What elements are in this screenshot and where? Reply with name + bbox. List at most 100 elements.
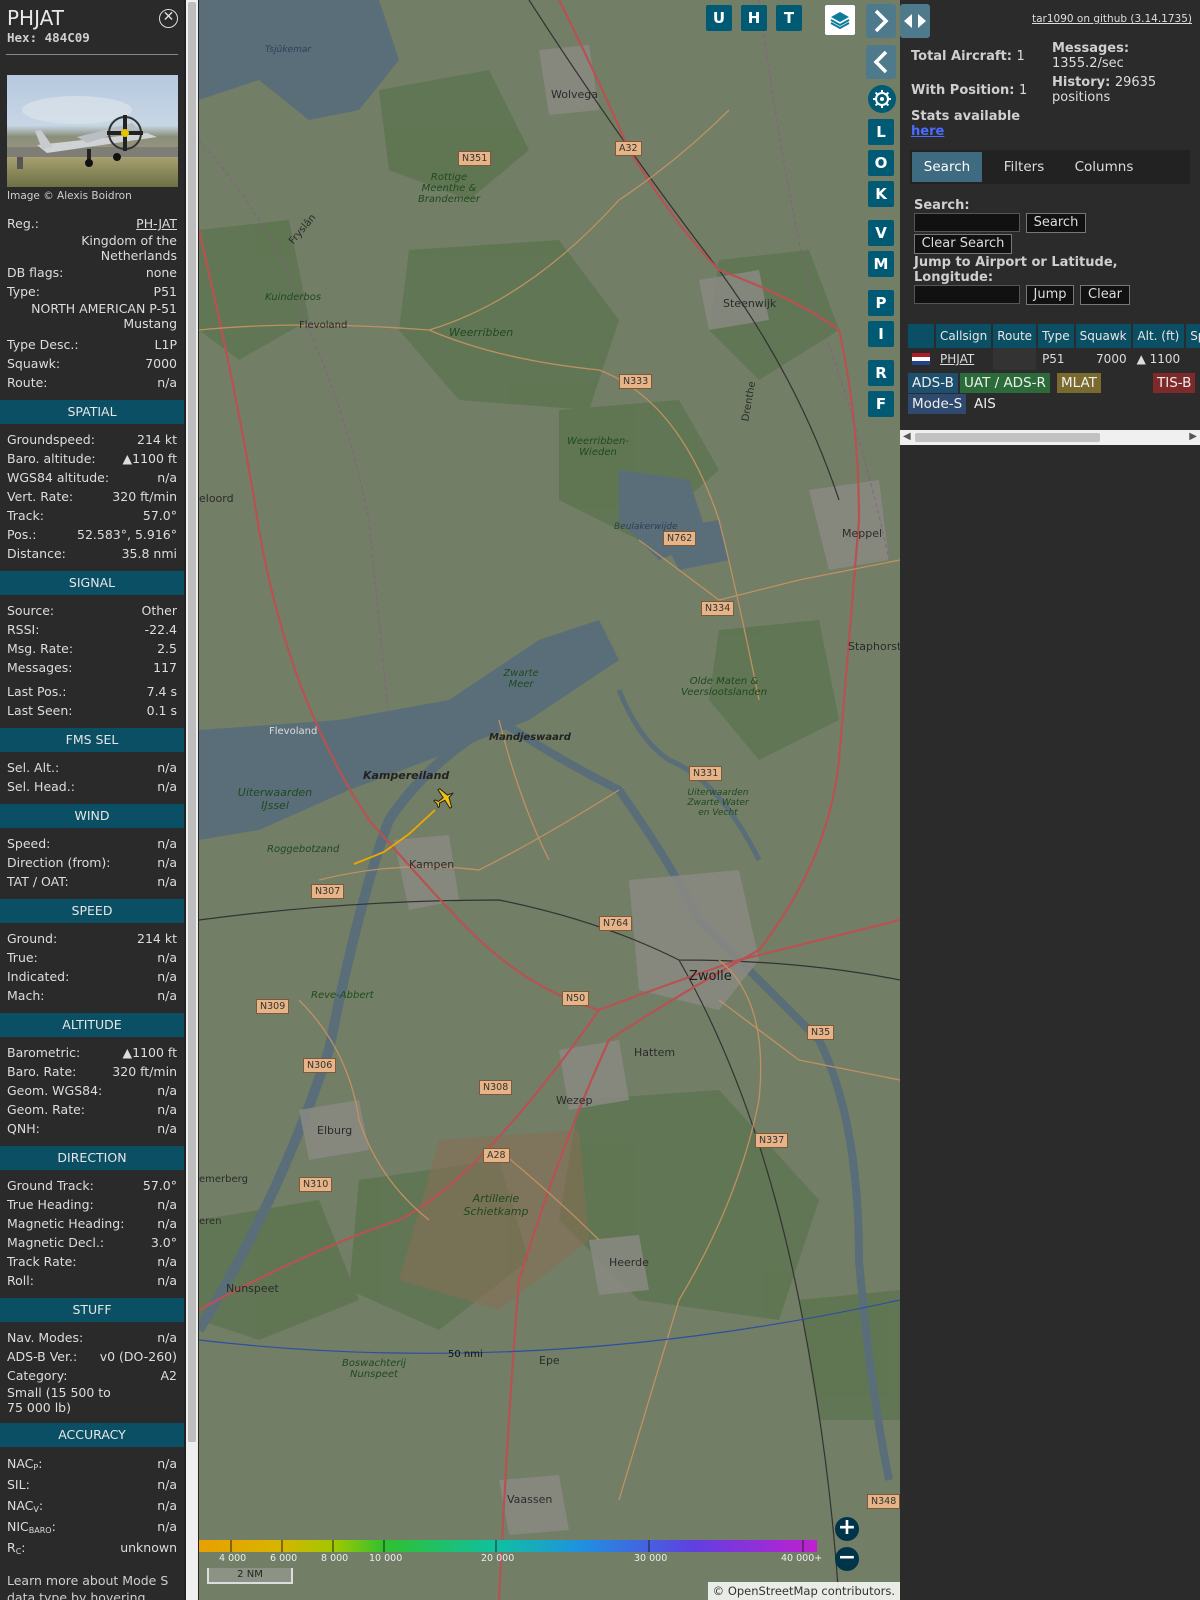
type-row: Type: P51 [0,282,184,301]
info-row-value: 57.0° [142,508,177,523]
stats-link[interactable]: here [911,124,944,139]
info-row-value: 52.583°, 5.916° [77,527,177,542]
accuracy-label-main: NIC [7,1519,29,1534]
info-row-label: Msg. Rate: [7,641,74,656]
tab-filters[interactable]: Filters [988,152,1060,182]
info-row-value: n/a [157,988,177,1003]
info-row-value: 214 kt [137,931,177,946]
category-desc: Small (15 500 to 75 000 lb) [7,1385,111,1415]
toggle-t-button[interactable]: T [776,5,802,31]
layers-button[interactable] [825,5,855,35]
source-legend-tag[interactable]: Mode-S [908,394,967,414]
col-route-header[interactable]: Route [992,324,1039,348]
col-spd-header[interactable]: Spd [1185,324,1200,348]
info-row-label: Nav. Modes: [7,1330,84,1345]
toggle-f-button[interactable]: F [868,391,894,417]
accuracy-label-main: NAC [7,1456,34,1471]
toggle-o-button[interactable]: O [868,150,894,176]
section-stuff: STUFF [0,1298,184,1322]
lake-tjeukemeer: Tsjûkemar [265,45,312,55]
row-callsign[interactable]: PHJAT [935,348,994,370]
toggle-r-button[interactable]: R [868,360,894,386]
alt-scale-label: 40 000+ [781,1553,823,1564]
road-shield: N35 [807,1025,835,1040]
col-type-header[interactable]: Type [1037,324,1076,348]
clear-jump-button[interactable]: Clear [1080,285,1130,305]
area-boswachterij: Boswachterij Nunspeet [341,1358,407,1380]
info-row-label: Messages: [7,660,73,675]
speed-list: Ground: 214 kt True: n/a Indicated: n/a Mach: n… [0,929,184,1005]
header-divider [6,54,178,55]
map-view[interactable]: Wolvega Steenwijk Meppel Staphorst Zwoll… [199,0,900,1600]
toggle-m-button[interactable]: M [868,251,894,277]
zoom-in-button[interactable]: + [835,1517,859,1541]
search-button[interactable]: Search [1026,213,1086,233]
info-row-label: Pos.: [7,527,37,542]
info-row-label: Magnetic Heading: [7,1216,125,1231]
tab-search[interactable]: Search [912,152,982,182]
aircraft-icon[interactable] [431,786,457,812]
toggle-k-button[interactable]: K [868,181,894,207]
info-row-value: ▲1100 ft [122,1045,177,1060]
jump-input[interactable] [914,285,1020,304]
info-row: Direction (from): n/a [0,853,184,872]
col-alt-header[interactable]: Alt. (ft) [1131,324,1187,348]
place-zwolle: Zwolle [689,969,732,984]
source-legend-tag[interactable]: UAT / ADS-R [960,373,1050,393]
toggle-l-button[interactable]: L [868,119,894,145]
info-row-label: Vert. Rate: [7,489,74,504]
info-row-value: n/a [157,969,177,984]
typedesc-row: Type Desc.: L1P [0,335,184,354]
table-row[interactable]: PHJAT P51 7000 ▲ 1100 [908,348,1200,370]
type-label: Type: [7,284,40,299]
github-link[interactable]: tar1090 on github (3.14.1735) [1032,13,1192,25]
info-row: Category: A2 [0,1366,184,1385]
place-hattem: Hattem [634,1046,676,1059]
stuff-list: Nav. Modes: n/a ADS-B Ver.: v0 (DO-260) Cate… [0,1328,184,1385]
settings-button[interactable] [868,85,896,113]
info-panel-scrollbar[interactable] [186,0,198,1600]
road-shield: N331 [689,766,723,781]
road-shield: N310 [299,1177,333,1192]
info-row-label: RSSI: [7,622,40,637]
section-wind: WIND [0,804,184,828]
total-aircraft: Total Aircraft: 1 [911,49,1025,64]
jump-button[interactable]: Jump [1026,285,1074,305]
info-row: Last Pos.: 7.4 s [0,682,184,701]
close-icon[interactable]: ✕ [159,9,178,28]
resize-handle-button[interactable] [900,4,930,38]
map-attribution[interactable]: © OpenStreetMap contributors. [707,1582,900,1600]
toggle-i-button[interactable]: I [868,321,894,347]
col-squawk-header[interactable]: Squawk [1074,324,1133,348]
clear-search-button[interactable]: Clear Search [914,234,1012,254]
source-legend-tag[interactable]: MLAT [1057,373,1101,393]
toggle-h-button[interactable]: H [741,5,767,31]
col-callsign-header[interactable]: Callsign [935,324,994,348]
table-hscrollbar[interactable]: ◀ ▶ [900,430,1200,445]
info-row-value: n/a [157,874,177,889]
expand-right-button[interactable] [866,4,896,38]
info-row-label: Barometric: [7,1045,81,1060]
info-row: Sel. Alt.: n/a [0,758,184,777]
zoom-out-button[interactable]: − [835,1547,859,1571]
reg-link[interactable]: PH-JAT [136,214,177,233]
history-label: History: [1052,75,1111,90]
tab-columns[interactable]: Columns [1062,152,1146,182]
source-legend-tag[interactable]: TIS-B [1153,373,1196,393]
area-weerribben-wieden: Weerribben-Wieden [567,436,629,458]
aircraft-photo[interactable] [7,75,178,187]
place-eren: eren [199,1216,222,1227]
road-shield: A32 [615,141,642,156]
search-input[interactable] [914,213,1020,232]
source-legend-tag[interactable]: AIS [970,394,1000,414]
aircraft-info-panel: PHJAT Hex: 484C09 ✕ Image © Alexis Boidr… [0,0,184,1600]
collapse-left-button[interactable] [866,45,896,79]
col-flag-header[interactable] [908,324,936,348]
squawk-value: 7000 [145,356,177,371]
info-row: Msg. Rate: 2.5 [0,639,184,658]
toggle-v-button[interactable]: V [868,220,894,246]
source-legend-tag[interactable]: ADS-B [908,373,958,393]
info-row: Track: 57.0° [0,506,184,525]
toggle-u-button[interactable]: U [706,5,732,31]
toggle-p-button[interactable]: P [868,290,894,316]
